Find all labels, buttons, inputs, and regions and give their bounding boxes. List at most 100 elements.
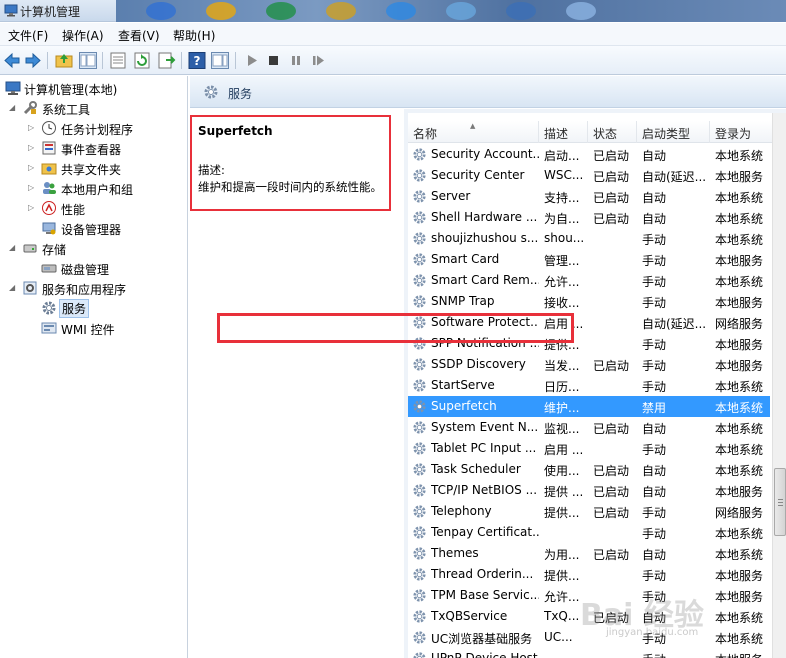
service-logon-cell: 本地系统 — [715, 443, 764, 457]
service-gear-icon — [412, 588, 427, 603]
service-gear-icon — [412, 357, 427, 372]
table-row[interactable]: Software Protect... 启用 ... 自动(延迟... 网络服务 — [408, 312, 770, 333]
table-row[interactable]: StartServe 日历... 手动 本地系统 — [408, 375, 770, 396]
table-row[interactable]: Server 支持... 已启动 自动 本地系统 — [408, 186, 770, 207]
export-list-icon[interactable] — [156, 51, 176, 70]
service-description-cell: TxQ... — [544, 609, 580, 623]
computer-management-icon — [4, 4, 18, 17]
menu-view[interactable]: 查看(V) — [118, 27, 160, 44]
service-name-cell: Shell Hardware ... — [431, 210, 538, 224]
service-status-cell: 已启动 — [593, 611, 630, 625]
up-folder-icon[interactable] — [54, 51, 74, 70]
forward-arrow-icon[interactable] — [23, 51, 43, 70]
expand-arrow-icon[interactable]: ▷ — [28, 123, 37, 132]
table-row[interactable]: Task Scheduler 使用... 已启动 自动 本地系统 — [408, 459, 770, 480]
table-row[interactable]: Security Center WSC... 已启动 自动(延迟... 本地服务 — [408, 165, 770, 186]
service-startup-type-cell: 手动 — [642, 443, 667, 457]
service-startup-type-cell: 手动 — [642, 590, 667, 604]
collapse-arrow-icon[interactable]: ◢ — [9, 283, 18, 292]
stop-service-icon[interactable] — [263, 51, 283, 70]
service-description-cell: 使用... — [544, 464, 580, 478]
menu-help[interactable]: 帮助(H) — [173, 27, 215, 44]
collapse-arrow-icon[interactable]: ◢ — [9, 103, 18, 112]
table-row[interactable]: SSDP Discovery 当发... 已启动 手动 本地服务 — [408, 354, 770, 375]
service-logon-cell: 本地系统 — [715, 380, 764, 394]
service-startup-type-cell: 自动 — [642, 548, 667, 562]
menu-file[interactable]: 文件(F) — [8, 27, 48, 44]
storage-icon — [23, 244, 37, 253]
service-gear-icon — [412, 189, 427, 204]
service-startup-type-cell: 手动 — [642, 506, 667, 520]
service-startup-type-cell: 自动(延迟... — [642, 317, 707, 331]
collapse-arrow-icon[interactable]: ◢ — [9, 243, 18, 252]
service-description-cell: 提供... — [544, 569, 580, 583]
scrollbar-thumb[interactable] — [774, 468, 786, 536]
table-row[interactable]: shoujizhushou s... shou... 手动 本地系统 — [408, 228, 770, 249]
service-description-cell: 提供... — [544, 506, 580, 520]
service-name-cell: SNMP Trap — [431, 294, 495, 308]
column-header-name[interactable]: 名称 ▲ — [408, 121, 539, 143]
properties-icon[interactable] — [108, 51, 128, 70]
table-row[interactable]: SNMP Trap 接收... 手动 本地服务 — [408, 291, 770, 312]
expand-arrow-icon[interactable]: ▷ — [28, 163, 37, 172]
table-row[interactable]: TPM Base Servic... 允许... 手动 本地服务 — [408, 585, 770, 606]
help-icon[interactable]: ? — [187, 51, 207, 70]
service-description-cell: 允许... — [544, 275, 580, 289]
service-gear-icon — [412, 525, 427, 540]
table-row[interactable]: Smart Card 管理... 手动 本地服务 — [408, 249, 770, 270]
pause-service-icon[interactable] — [286, 51, 306, 70]
table-row[interactable]: Security Account... 启动... 已启动 自动 本地系统 — [408, 144, 770, 165]
start-service-icon[interactable] — [242, 51, 262, 70]
service-logon-cell: 本地系统 — [715, 212, 764, 226]
service-name-cell: Tenpay Certificat... — [431, 525, 539, 539]
vertical-scrollbar[interactable] — [772, 113, 786, 658]
expand-arrow-icon[interactable]: ▷ — [28, 143, 37, 152]
column-header-logon-as[interactable]: 登录为 — [710, 121, 772, 143]
show-hide-action-pane-icon[interactable] — [210, 51, 230, 70]
restart-service-icon[interactable] — [308, 51, 328, 70]
service-logon-cell: 本地系统 — [715, 464, 764, 478]
refresh-icon[interactable] — [132, 51, 152, 70]
table-row[interactable]: Telephony 提供... 已启动 手动 网络服务 — [408, 501, 770, 522]
expand-arrow-icon[interactable]: ▷ — [28, 183, 37, 192]
service-logon-cell: 本地服务 — [715, 590, 764, 604]
service-name-cell: SSDP Discovery — [431, 357, 526, 371]
table-row[interactable]: Thread Orderin... 提供... 手动 本地服务 — [408, 564, 770, 585]
table-row[interactable]: TxQBService TxQ... 已启动 自动 本地系统 — [408, 606, 770, 627]
table-row[interactable]: System Event N... 监视... 已启动 自动 本地系统 — [408, 417, 770, 438]
expand-arrow-icon[interactable]: ▷ — [28, 203, 37, 212]
column-header-startup-type[interactable]: 启动类型 — [637, 121, 710, 143]
description-label: 描述: — [198, 163, 225, 177]
column-header-status[interactable]: 状态 — [588, 121, 637, 143]
service-startup-type-cell: 手动 — [642, 254, 667, 268]
service-status-cell: 已启动 — [593, 464, 630, 478]
service-description-cell: 启用 ... — [544, 443, 584, 457]
table-row[interactable]: TCP/IP NetBIOS ... 提供 ... 已启动 自动 本地服务 — [408, 480, 770, 501]
service-description-cell: 启用 ... — [544, 317, 584, 331]
table-row[interactable]: UC浏览器基础服务 UC... 手动 本地系统 — [408, 627, 770, 648]
menu-action[interactable]: 操作(A) — [62, 27, 104, 44]
service-startup-type-cell: 自动 — [642, 485, 667, 499]
service-gear-icon — [412, 231, 427, 246]
table-row[interactable]: Tenpay Certificat... 手动 本地系统 — [408, 522, 770, 543]
services-apps-icon — [23, 281, 37, 295]
table-row[interactable]: Tablet PC Input ... 启用 ... 手动 本地系统 — [408, 438, 770, 459]
column-header-description[interactable]: 描述 — [539, 121, 588, 143]
service-startup-type-cell: 自动 — [642, 212, 667, 226]
device-manager-icon — [42, 222, 56, 235]
back-arrow-icon[interactable] — [2, 51, 22, 70]
table-row[interactable]: Themes 为用... 已启动 自动 本地系统 — [408, 543, 770, 564]
table-row[interactable]: Smart Card Rem... 允许... 手动 本地系统 — [408, 270, 770, 291]
service-gear-icon — [412, 630, 427, 645]
service-name-cell: UC浏览器基础服务 — [431, 632, 533, 646]
services-list-area: 名称 ▲ 描述 状态 启动类型 登录为 Security Account... 启… — [404, 109, 786, 658]
service-gear-icon — [412, 168, 427, 183]
table-row[interactable]: Shell Hardware ... 为自... 已启动 自动 本地系统 — [408, 207, 770, 228]
table-row[interactable]: SPP Notification ... 提供... 手动 本地服务 — [408, 333, 770, 354]
show-hide-tree-icon[interactable] — [78, 51, 98, 70]
service-description-cell: 当发... — [544, 359, 580, 373]
table-row[interactable]: Superfetch 维护... 禁用 本地系统 — [408, 396, 770, 417]
service-logon-cell: 网络服务 — [715, 506, 764, 520]
service-status-cell: 已启动 — [593, 422, 630, 436]
table-row[interactable]: UPnP Device Host 手动本地服务 — [408, 648, 770, 658]
